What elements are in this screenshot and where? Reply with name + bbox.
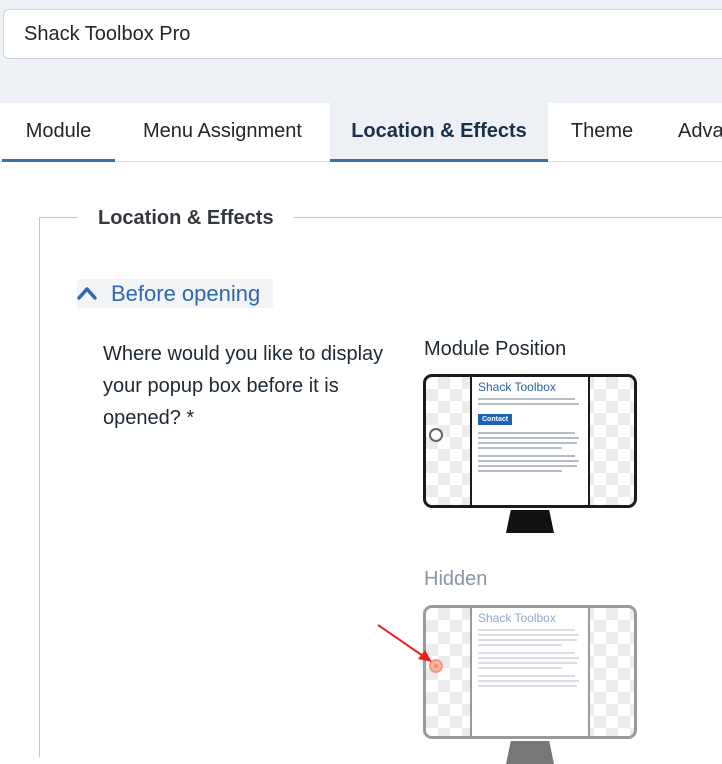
tab-menu-assignment[interactable]: Menu Assignment xyxy=(115,103,330,161)
fieldset-legend: Location & Effects xyxy=(78,204,294,232)
tab-advanced[interactable]: Adva xyxy=(656,103,722,161)
preview-text xyxy=(478,455,583,472)
tab-location-effects[interactable]: Location & Effects xyxy=(330,103,548,162)
preview-text xyxy=(478,432,583,449)
preview-text xyxy=(478,675,583,687)
module-title-input[interactable]: Shack Toolbox Pro xyxy=(3,9,722,59)
option-hidden[interactable]: Shack Toolbox xyxy=(423,605,637,764)
monitor-stand xyxy=(506,741,554,764)
preview-content: Shack Toolbox Contact xyxy=(470,377,590,505)
preview-text xyxy=(478,398,583,405)
preview-title: Shack Toolbox xyxy=(478,611,556,625)
tab-underline-active xyxy=(330,159,548,162)
monitor-screen: Shack Toolbox xyxy=(423,605,637,739)
preview-text xyxy=(478,652,583,669)
display-question: Where would you like to display your pop… xyxy=(103,343,384,429)
option-hidden-label: Hidden xyxy=(424,568,488,590)
chevron-up-icon xyxy=(77,287,97,300)
tab-bar: Module Menu Assignment Location & Effect… xyxy=(0,103,722,162)
before-opening-toggle[interactable]: Before opening xyxy=(77,279,273,308)
tab-underline xyxy=(2,159,115,162)
monitor-stand xyxy=(506,510,554,533)
preview-text xyxy=(478,629,583,646)
preview-contact-button: Contact xyxy=(478,414,513,425)
before-opening-label: Before opening xyxy=(111,281,261,306)
monitor-screen: Shack Toolbox Contact xyxy=(423,374,637,508)
radio-module-position[interactable] xyxy=(429,428,443,442)
preview-content: Shack Toolbox xyxy=(470,608,590,736)
preview-title: Shack Toolbox xyxy=(478,380,556,394)
option-module-position-label: Module Position xyxy=(424,338,567,360)
annotation-arrow-icon xyxy=(377,624,432,662)
option-module-position[interactable]: Shack Toolbox Contact xyxy=(423,374,637,534)
tab-theme[interactable]: Theme xyxy=(548,103,656,161)
tab-module[interactable]: Module xyxy=(2,103,115,162)
